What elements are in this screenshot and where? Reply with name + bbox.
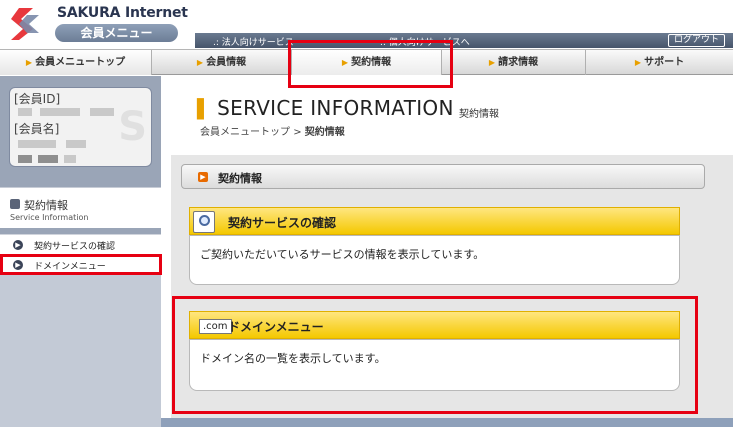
sidebar-item-service-check[interactable]: ▶ 契約サービスの確認: [0, 234, 161, 254]
sakura-logo-icon[interactable]: [5, 5, 43, 43]
service-check-card[interactable]: 契約サービスの確認 ご契約いただいているサービスの情報を表示しています。: [189, 207, 680, 285]
brand-badge: 会員メニュー: [55, 24, 178, 42]
breadcrumb-current: 契約情報: [304, 127, 345, 138]
tab-arrow-icon: ▶: [634, 58, 642, 67]
card-title[interactable]: 契約サービスの確認: [228, 214, 336, 231]
redacted-block: [18, 155, 32, 163]
sidebar-section-subtitle: Service Information: [10, 213, 89, 222]
redacted-block: [90, 108, 114, 116]
card-description: ご契約いただいているサービスの情報を表示しています。: [200, 248, 485, 261]
page-title: ▌ SERVICE INFORMATION: [197, 96, 454, 120]
redacted-block: [38, 155, 58, 163]
highlight-contract-tab: [288, 40, 453, 88]
tab-arrow-icon: ▶: [25, 58, 33, 67]
breadcrumb: 会員メニュートップ > 契約情報: [200, 123, 345, 138]
top-link-strip: .: 法人向けサービス .: 個人向けサービスへ ログアウト: [195, 33, 733, 48]
magnifier-icon: [193, 211, 215, 233]
tab-label: 会員メニュートップ: [35, 57, 126, 68]
highlight-domain-menu-card: [172, 296, 698, 414]
sakura-watermark-icon: S: [118, 104, 147, 150]
redacted-block: [40, 108, 80, 116]
tab-arrow-icon: ▶: [196, 58, 204, 67]
section-square-icon: [10, 199, 20, 209]
redacted-block: [66, 140, 86, 148]
sidebar-section-title: 契約情報: [24, 199, 68, 212]
section-header: ▶ 契約情報: [181, 164, 705, 189]
redacted-block: [18, 140, 56, 148]
tab-support[interactable]: ▶ サポート: [586, 50, 733, 75]
title-marker-icon: ▌: [197, 99, 212, 120]
tab-member-top[interactable]: ▶ 会員メニュートップ: [0, 50, 152, 75]
sidebar-section-header: 契約情報 Service Information: [0, 187, 161, 228]
member-name-label: [会員名]: [14, 122, 60, 136]
logout-button[interactable]: ログアウト: [667, 34, 725, 47]
arrow-circle-icon: ▶: [13, 240, 23, 250]
card-body: ご契約いただいているサービスの情報を表示しています。: [189, 235, 680, 285]
redacted-block: [64, 155, 76, 163]
page-title-text: SERVICE INFORMATION: [217, 96, 454, 120]
tab-label: サポート: [644, 57, 685, 68]
section-header-label: 契約情報: [218, 172, 262, 185]
brand-name: SAKURA Internet: [57, 5, 188, 21]
tab-label: 請求情報: [498, 57, 539, 68]
tab-billing-info[interactable]: ▶ 請求情報: [442, 50, 586, 75]
breadcrumb-root[interactable]: 会員メニュートップ: [200, 127, 290, 138]
redacted-block: [18, 108, 32, 116]
highlight-domain-menu-link: [0, 254, 162, 275]
sidebar-item-label: 契約サービスの確認: [34, 242, 116, 252]
page-subtitle: 契約情報: [459, 109, 499, 120]
footer-strip: [161, 418, 733, 427]
member-id-label: [会員ID]: [14, 92, 61, 106]
member-info-box: S [会員ID] [会員名]: [9, 87, 152, 167]
breadcrumb-separator: >: [293, 127, 302, 138]
sidebar: S [会員ID] [会員名] 契約情報 Service Information …: [0, 76, 161, 427]
card-header[interactable]: 契約サービスの確認: [189, 207, 680, 235]
tab-arrow-icon: ▶: [488, 58, 496, 67]
corporate-services-link[interactable]: .: 法人向けサービス: [213, 35, 294, 48]
tab-member-info[interactable]: ▶ 会員情報: [152, 50, 292, 75]
sidebar-filler: [0, 274, 161, 427]
tab-label: 会員情報: [206, 57, 247, 68]
section-arrow-icon: ▶: [198, 172, 208, 182]
